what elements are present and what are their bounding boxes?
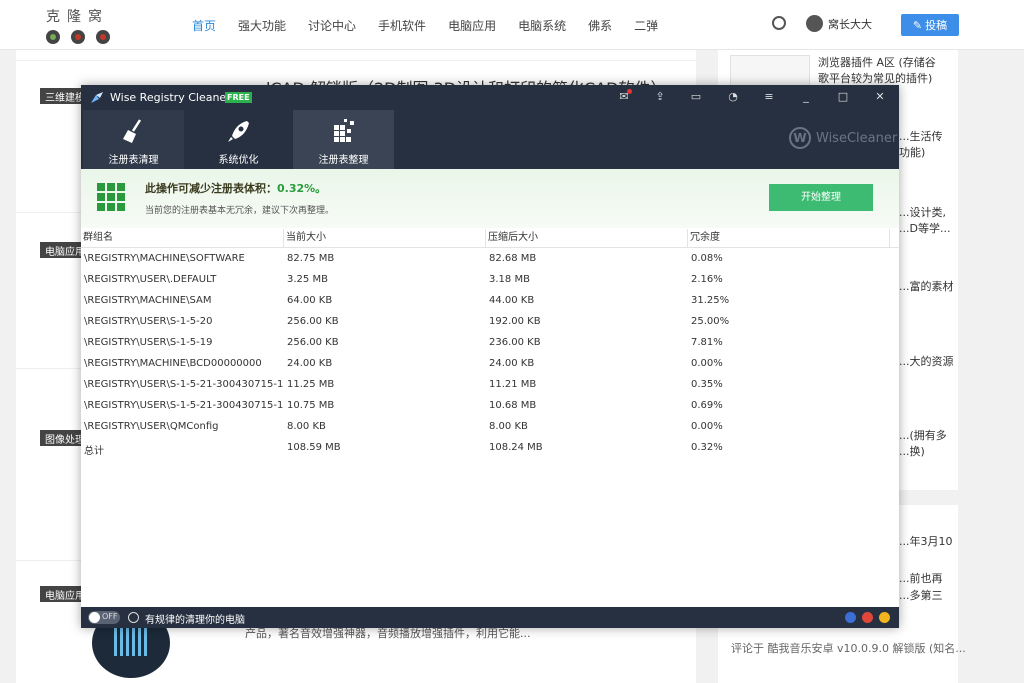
rocket-icon: [228, 121, 249, 142]
nav-pc-apps[interactable]: 电脑应用: [448, 17, 496, 34]
sidebar-item[interactable]: ...D等学...: [899, 221, 954, 237]
minimize-icon[interactable]: _: [799, 90, 813, 104]
table-row[interactable]: \REGISTRY\USER\.DEFAULT 3.25 MB 3.18 MB 2.1…: [81, 269, 899, 290]
tab-label: 注册表清理: [108, 155, 159, 166]
start-defrag-button[interactable]: 开始整理: [769, 184, 873, 211]
close-icon[interactable]: ✕: [873, 90, 887, 104]
sidebar-item[interactable]: ...生活传: [899, 129, 954, 145]
status-bar: OFF 有规律的清理你的电脑: [81, 607, 899, 628]
table-row[interactable]: \REGISTRY\USER\S-1-5-19 256.00 KB 236.00 K…: [81, 332, 899, 353]
comment-text: ...前也再: [899, 572, 943, 585]
free-badge: FREE: [225, 92, 252, 103]
upgrade-icon[interactable]: ⇪: [653, 90, 667, 104]
site-nav: 首页 强大功能 讨论中心 手机软件 电脑应用 电脑系统 佛系 二弹: [192, 17, 658, 34]
schedule-toggle[interactable]: OFF: [88, 611, 120, 624]
reduction-percent: 0.32%。: [277, 182, 327, 195]
registry-blocks-icon: [97, 183, 125, 211]
banner-subtitle: 当前您的注册表基本无冗余，建议下次再整理。: [145, 206, 335, 216]
table-row[interactable]: \REGISTRY\MACHINE\SAM 64.00 KB 44.00 KB 31.…: [81, 290, 899, 311]
sidebar-item[interactable]: ...设计类,: [899, 205, 954, 221]
wisecleaner-brand[interactable]: W WiseCleaner: [789, 127, 897, 149]
edit-icon: ✎: [912, 18, 923, 32]
mail-icon[interactable]: ✉: [617, 89, 632, 104]
tab-label: 注册表整理: [318, 155, 369, 166]
sidebar-item[interactable]: ...大的资源: [899, 354, 954, 370]
column-header-redundancy[interactable]: 冗余度: [690, 231, 720, 247]
comment-date: ...年3月10日: [899, 535, 954, 548]
table-row[interactable]: \REGISTRY\USER\S-1-5-21-300430715-17... 1…: [81, 374, 899, 395]
table-row[interactable]: \REGISTRY\USER\S-1-5-20 256.00 KB 192.00 K…: [81, 311, 899, 332]
table-row[interactable]: \REGISTRY\MACHINE\SOFTWARE 82.75 MB 82.68 …: [81, 248, 899, 269]
site-logo-text: 克隆窝: [46, 9, 109, 25]
defrag-icon: [334, 119, 354, 142]
feedback-icon[interactable]: ▭: [689, 90, 703, 104]
search-icon[interactable]: [772, 16, 786, 30]
sidebar-item[interactable]: ...(拥有多: [899, 428, 954, 444]
sidebar-item[interactable]: ...换): [899, 444, 954, 460]
nav-pc-systems[interactable]: 电脑系统: [518, 17, 566, 34]
broom-icon: [123, 119, 142, 143]
category-tag[interactable]: 电脑应用: [40, 242, 82, 258]
nav-erdan[interactable]: 二弹: [634, 17, 658, 34]
app-title: Wise Registry Cleaner X: [110, 91, 242, 104]
column-header-current-size[interactable]: 当前大小: [286, 231, 326, 247]
result-banner: 此操作可减少注册表体积：0.32%。 当前您的注册表基本无冗余，建议下次再整理。…: [81, 169, 899, 228]
tab-system-optimize[interactable]: 系统优化: [188, 110, 289, 169]
alarm-clock-icon: [128, 612, 139, 623]
star-icon[interactable]: [879, 612, 890, 623]
main-toolbar: 注册表清理 系统优化 注册表整理 W WiseCleaner: [81, 110, 899, 169]
divider: [16, 60, 696, 61]
table-row[interactable]: \REGISTRY\MACHINE\BCD00000000 24.00 KB 24.…: [81, 353, 899, 374]
facebook-icon[interactable]: [845, 612, 856, 623]
nav-discussion[interactable]: 讨论中心: [308, 17, 356, 34]
category-tag[interactable]: 图像处理: [40, 430, 82, 446]
tab-registry-defrag[interactable]: 注册表整理: [293, 110, 394, 169]
maximize-icon[interactable]: □: [836, 90, 850, 104]
table-header: 群组名 当前大小 压缩后大小 冗余度: [81, 229, 899, 248]
comment-footer[interactable]: 评论于 酷我音乐安卓 v10.0.9.0 解锁版 (知名...: [731, 640, 966, 656]
nav-mobile-software[interactable]: 手机软件: [378, 17, 426, 34]
sidebar-item[interactable]: ...富的素材: [899, 279, 954, 295]
registry-table: \REGISTRY\MACHINE\SOFTWARE 82.75 MB 82.68 …: [81, 248, 899, 458]
nav-foxi[interactable]: 佛系: [588, 17, 612, 34]
tab-label: 系统优化: [218, 155, 259, 166]
nav-features[interactable]: 强大功能: [238, 17, 286, 34]
menu-icon[interactable]: ≡: [762, 90, 776, 104]
category-tag[interactable]: 电脑应用: [40, 586, 82, 602]
sidebar-item[interactable]: 功能): [899, 145, 954, 161]
column-header-compressed-size[interactable]: 压缩后大小: [488, 231, 538, 247]
title-bar[interactable]: Wise Registry Cleaner X FREE ✉ ⇪ ▭ ◔ ≡ _…: [81, 85, 899, 110]
app-logo-icon: [91, 92, 103, 103]
tab-registry-clean[interactable]: 注册表清理: [83, 110, 184, 169]
user-name: 窝长大大: [828, 17, 872, 31]
post-button[interactable]: ✎ 投稿: [901, 14, 959, 36]
skin-icon[interactable]: ◔: [726, 90, 740, 104]
category-tag[interactable]: 三维建模: [40, 88, 82, 104]
wisecleaner-logo-icon: W: [789, 127, 811, 149]
registry-cleaner-window: Wise Registry Cleaner X FREE ✉ ⇪ ▭ ◔ ≡ _…: [81, 85, 899, 628]
schedule-text[interactable]: 有规律的清理你的电脑: [145, 611, 245, 626]
site-header: 克隆窝 首页 强大功能 讨论中心 手机软件 电脑应用 电脑系统 佛系 二弹 窝长…: [0, 0, 1024, 50]
sidebar-item[interactable]: 浏览器插件 A区 (存储谷: [818, 55, 936, 71]
comment-text: ...多第三: [899, 589, 943, 602]
post-button-label: 投稿: [925, 19, 948, 32]
table-total-row: 总计 108.59 MB 108.24 MB 0.32%: [84, 442, 723, 457]
table-row[interactable]: \REGISTRY\USER\QMConfig 8.00 KB 8.00 KB 0.0…: [81, 416, 899, 437]
avatar: [806, 15, 823, 32]
site-logo[interactable]: 克隆窝: [46, 6, 114, 44]
column-header-group[interactable]: 群组名: [83, 231, 113, 247]
table-row[interactable]: \REGISTRY\USER\S-1-5-21-300430715-17... 1…: [81, 395, 899, 416]
weibo-icon[interactable]: [862, 612, 873, 623]
user-menu[interactable]: 窝长大大: [806, 15, 872, 32]
brand-name: WiseCleaner: [816, 130, 898, 146]
banner-title: 此操作可减少注册表体积：0.32%。: [145, 182, 327, 195]
nav-home[interactable]: 首页: [192, 17, 216, 34]
